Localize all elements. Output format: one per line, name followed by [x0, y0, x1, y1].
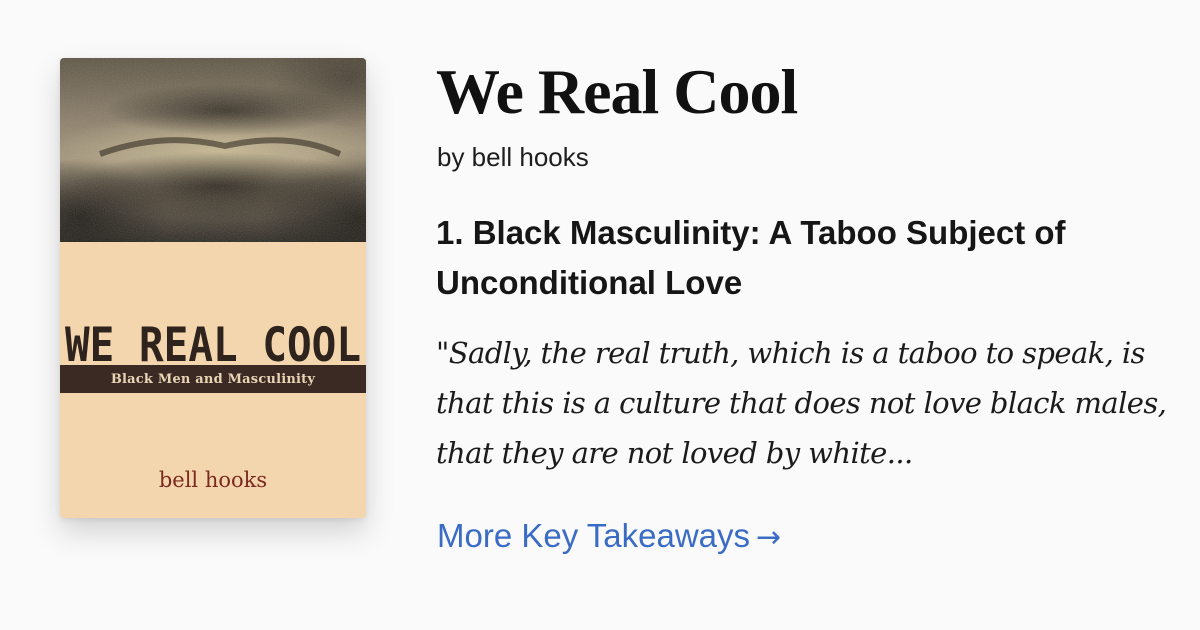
book-cover-image[interactable]: WE REAL COOL Black Men and Masculinity b…: [60, 58, 366, 518]
book-title: We Real Cool: [436, 56, 798, 127]
cover-subtitle: Black Men and Masculinity: [110, 372, 316, 387]
arrow-right-icon: →: [756, 520, 782, 555]
author-byline: by bell hooks: [437, 142, 589, 172]
cover-author: bell hooks: [158, 468, 268, 492]
takeaway-heading: 1. Black Masculinity: A Taboo Subject of…: [436, 214, 1066, 301]
more-key-takeaways-link[interactable]: More Key Takeaways →: [437, 514, 781, 560]
cover-photo-lips: [60, 58, 366, 242]
takeaway-quote: "Sadly, the real truth, which is a taboo…: [436, 336, 1167, 470]
more-link-label: More Key Takeaways: [437, 517, 751, 554]
book-card: WE REAL COOL Black Men and Masculinity b…: [0, 0, 1200, 630]
